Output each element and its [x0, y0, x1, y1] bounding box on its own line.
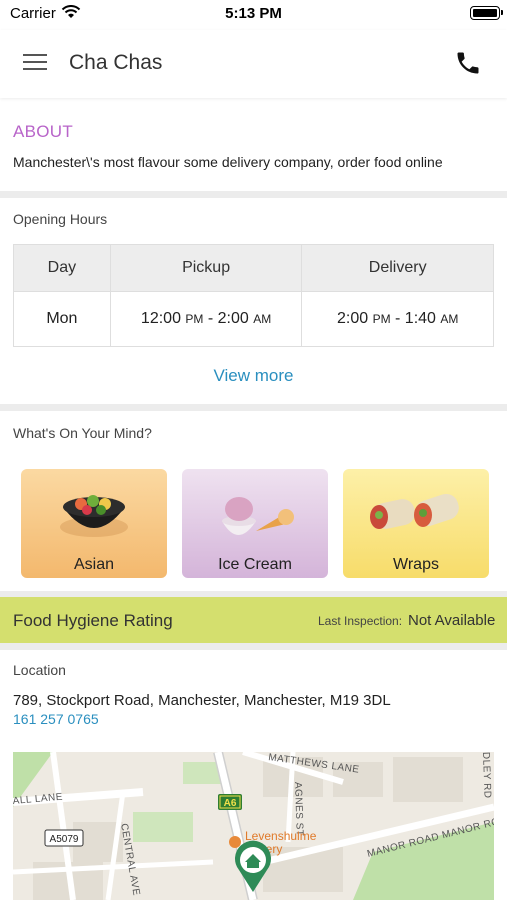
column-header-day: Day: [13, 244, 111, 292]
about-section: ABOUT Manchester\'s most flavour some de…: [0, 103, 507, 191]
opening-hours-heading: Opening Hours: [13, 211, 108, 227]
hygiene-banner: Food Hygiene Rating Last Inspection: Not…: [0, 597, 507, 643]
category-card-asian[interactable]: Asian: [21, 469, 167, 578]
location-section: Location 789, Stockport Road, Manchester…: [0, 650, 507, 900]
category-card-wraps[interactable]: Wraps: [343, 469, 489, 578]
pickup-start-time: 12:00: [140, 310, 181, 327]
delivery-end-ampm: AM: [440, 312, 459, 326]
categories-heading: What's On Your Mind?: [13, 425, 152, 441]
map-canvas: MATTHEWS LANE AGNES ST ALL LANE CENTRAL …: [13, 752, 494, 900]
menu-icon[interactable]: [23, 52, 47, 72]
location-heading: Location: [13, 662, 66, 678]
opening-hours-section: Opening Hours Day Pickup Delivery Mon 12…: [0, 198, 507, 404]
table-row: Mon 12:00 PM - 2:00 AM 2:00 PM - 1:40 AM: [13, 291, 494, 347]
category-label: Ice Cream: [218, 556, 292, 573]
hygiene-title: Food Hygiene Rating: [13, 611, 173, 630]
column-header-pickup: Pickup: [109, 244, 303, 292]
pickup-end-ampm: AM: [253, 312, 272, 326]
about-heading: ABOUT: [13, 122, 74, 141]
restaurant-title: Cha Chas: [69, 51, 163, 74]
column-header-delivery: Delivery: [301, 244, 494, 292]
opening-hours-table: Day Pickup Delivery Mon 12:00 PM - 2:00 …: [13, 244, 494, 347]
category-label: Wraps: [393, 556, 439, 573]
address-text: 789, Stockport Road, Manchester, Manches…: [13, 692, 391, 709]
map-road-label: DLEY RD: [480, 752, 493, 799]
divider: [0, 643, 507, 650]
time-separator: -: [207, 310, 214, 327]
delivery-cell: 2:00 PM - 1:40 AM: [301, 291, 494, 347]
divider: [0, 404, 507, 411]
table-header-row: Day Pickup Delivery: [13, 244, 494, 292]
about-description: Manchester\'s most flavour some delivery…: [13, 154, 443, 170]
wrap-icon: [370, 493, 459, 529]
last-inspection-label: Last Inspection:: [318, 614, 403, 628]
category-card-ice-cream[interactable]: Ice Cream: [182, 469, 328, 578]
divider: [0, 191, 507, 198]
poke-bowl-icon: [60, 495, 128, 537]
time-separator: -: [395, 310, 401, 327]
location-map[interactable]: MATTHEWS LANE AGNES ST ALL LANE CENTRAL …: [13, 752, 494, 900]
pickup-end-time: 2:00: [217, 310, 249, 327]
pickup-start-ampm: PM: [185, 312, 204, 326]
battery-icon: [470, 6, 503, 20]
pickup-cell: 12:00 PM - 2:00 AM: [109, 291, 303, 347]
ice-cream-icon: [222, 497, 294, 535]
category-label: Asian: [73, 556, 115, 573]
phone-icon[interactable]: [454, 49, 482, 77]
delivery-end-time: 1:40: [404, 310, 436, 327]
last-inspection-value: Not Available: [408, 612, 496, 629]
delivery-start-time: 2:00: [336, 310, 369, 327]
nav-bar: Cha Chas: [0, 30, 507, 98]
phone-link[interactable]: 161 257 0765: [13, 711, 99, 727]
view-more-link[interactable]: View more: [0, 366, 507, 386]
status-bar: Carrier 5:13 PM: [0, 0, 507, 30]
map-road-badge: A5079: [50, 834, 79, 845]
day-cell: Mon: [13, 291, 111, 347]
delivery-start-ampm: PM: [372, 312, 391, 326]
status-time: 5:13 PM: [225, 5, 282, 22]
categories-section: What's On Your Mind? Asian Ice Cream Wra…: [0, 411, 507, 591]
map-road-badge: A6: [224, 798, 237, 809]
